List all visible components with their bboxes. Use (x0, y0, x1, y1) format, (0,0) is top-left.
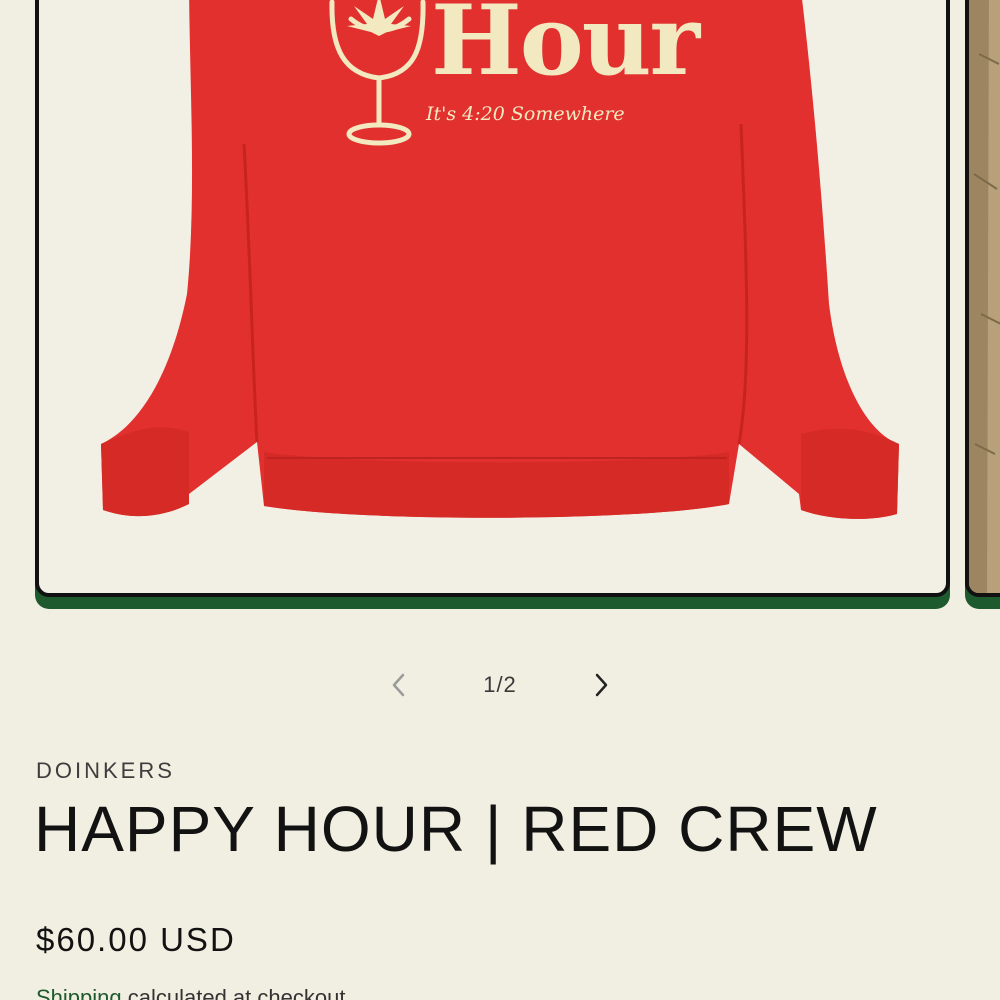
shipping-note-text: calculated at checkout (121, 985, 346, 1000)
next-slide-button[interactable] (577, 660, 627, 710)
shirt-headline: Hour (431, 0, 702, 97)
gallery-slide-active[interactable]: APPY Hour It's 4:20 Somewhere (35, 0, 950, 609)
shipping-policy-link[interactable]: Shipping (36, 985, 122, 1000)
shipping-note: Shipping calculated at checkout (36, 985, 345, 1000)
slide-counter: 1/2 (483, 672, 517, 697)
product-vendor: DOINKERS (36, 758, 175, 783)
gallery-slide-frame: APPY Hour It's 4:20 Somewhere (35, 0, 950, 597)
next-slide-image (969, 0, 1000, 593)
product-title: HAPPY HOUR | RED CREW (34, 793, 878, 865)
gallery-pagination: 1/2 (0, 660, 1000, 710)
product-page: APPY Hour It's 4:20 Somewhere 1/2 (0, 0, 1000, 1000)
chevron-left-icon (392, 673, 405, 697)
chevron-right-icon (595, 673, 608, 697)
gallery-slide-next-frame (965, 0, 1000, 597)
product-media-gallery[interactable]: APPY Hour It's 4:20 Somewhere (0, 0, 1000, 612)
previous-slide-button[interactable] (373, 660, 423, 710)
product-image-sweatshirt[interactable]: APPY Hour It's 4:20 Somewhere (39, 0, 946, 593)
gallery-slide-next-peek[interactable] (965, 0, 1000, 609)
shirt-tagline: It's 4:20 Somewhere (425, 103, 625, 125)
product-price: $60.00 USD (36, 921, 236, 958)
